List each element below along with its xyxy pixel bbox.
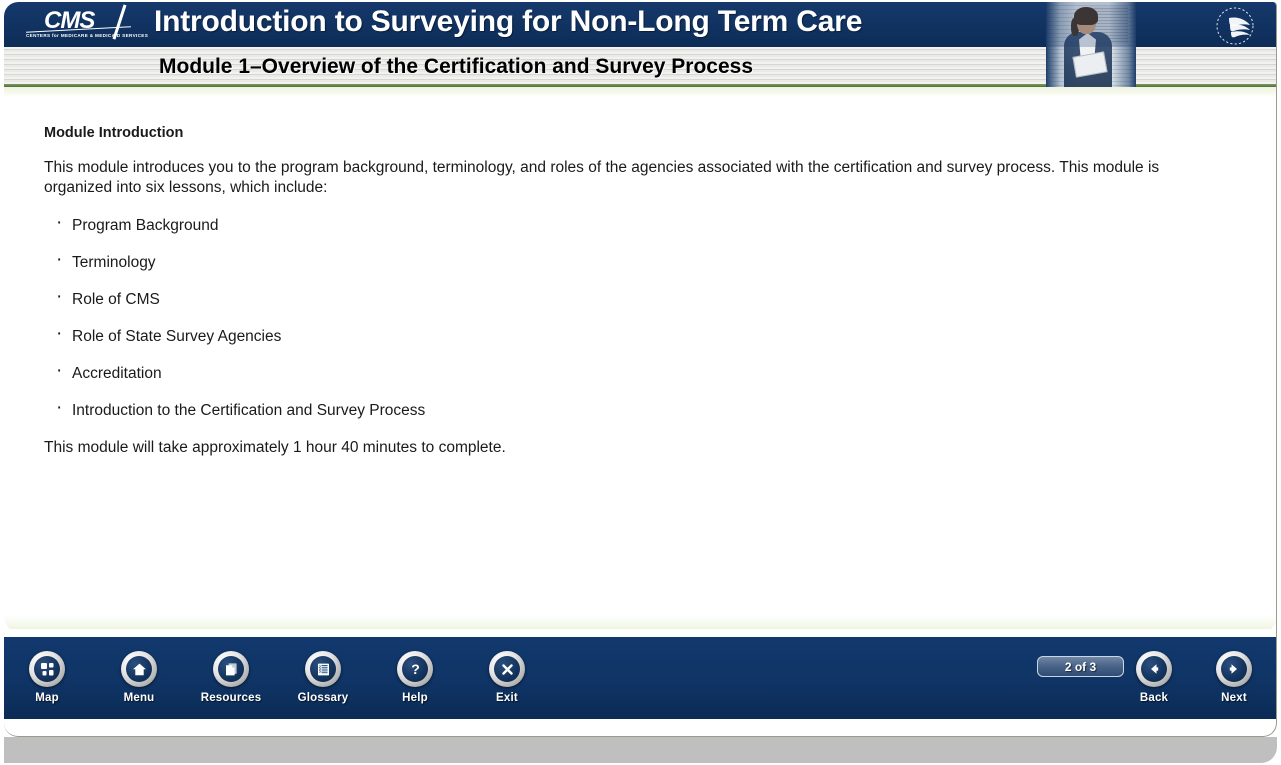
next-button-label: Next xyxy=(1221,692,1247,704)
resources-button[interactable]: Resources xyxy=(200,651,262,704)
menu-button-label: Menu xyxy=(123,692,155,704)
list-item: Introduction to the Certification and Su… xyxy=(44,397,1237,421)
book-list-icon xyxy=(310,656,336,682)
menu-button-ring xyxy=(121,651,157,687)
cms-logo: CMS CENTERS for MEDICARE & MEDICAID SERV… xyxy=(26,4,149,46)
resources-button-label: Resources xyxy=(200,692,262,704)
sitemap-icon xyxy=(34,656,60,682)
list-item: Terminology xyxy=(44,249,1237,273)
back-button-label: Back xyxy=(1139,692,1169,704)
arrow-right-icon xyxy=(1221,656,1247,682)
glossary-button-label: Glossary xyxy=(297,692,349,704)
menu-button[interactable]: Menu xyxy=(110,651,168,704)
glossary-button-ring xyxy=(305,651,341,687)
photo-edge-fade xyxy=(1046,2,1136,87)
arrow-left-icon xyxy=(1141,656,1167,682)
list-item: Role of State Survey Agencies xyxy=(44,323,1237,347)
page-indicator-label: 2 of 3 xyxy=(1064,659,1097,674)
help-button-ring: ? xyxy=(397,651,433,687)
lesson-content: Module Introduction This module introduc… xyxy=(4,97,1276,627)
resources-button-ring xyxy=(213,651,249,687)
exit-button-label: Exit xyxy=(496,692,518,704)
course-title: Introduction to Surveying for Non-Long T… xyxy=(154,5,863,38)
player-shell: CMS CENTERS for MEDICARE & MEDICAID SERV… xyxy=(4,2,1277,737)
back-button-ring xyxy=(1136,651,1172,687)
back-button[interactable]: Back xyxy=(1125,651,1183,704)
next-button[interactable]: Next xyxy=(1205,651,1263,704)
help-button[interactable]: ? Help xyxy=(386,651,444,704)
exit-button-ring xyxy=(489,651,525,687)
next-button-ring xyxy=(1216,651,1252,687)
window-footer-strip xyxy=(4,737,1277,763)
exit-button[interactable]: Exit xyxy=(478,651,536,704)
cms-tagline: CENTERS for MEDICARE & MEDICAID SERVICES xyxy=(26,33,149,38)
svg-text:?: ? xyxy=(411,661,420,677)
list-item: Program Background xyxy=(44,212,1237,236)
help-button-label: Help xyxy=(402,692,428,704)
duration-note: This module will take approximately 1 ho… xyxy=(44,439,506,457)
documents-icon xyxy=(218,656,244,682)
page-indicator: 2 of 3 xyxy=(1037,656,1124,677)
question-mark-icon: ? xyxy=(402,656,428,682)
header-green-divider xyxy=(4,87,1276,97)
course-player: CMS CENTERS for MEDICARE & MEDICAID SERV… xyxy=(0,0,1281,765)
toolbar-pagination-group: Back Next xyxy=(1125,651,1263,704)
module-title: Module 1–Overview of the Certification a… xyxy=(159,55,754,78)
player-toolbar: Map Menu Resources Glossary ? Help Exit … xyxy=(4,629,1276,719)
map-button-label: Map xyxy=(35,692,59,704)
list-item: Role of CMS xyxy=(44,286,1237,310)
intro-paragraph: This module introduces you to the progra… xyxy=(44,159,1160,196)
list-item: Accreditation xyxy=(44,360,1237,384)
lesson-list: Program Background Terminology Role of C… xyxy=(44,212,1237,421)
header-photo xyxy=(1046,2,1136,87)
page-title: Module Introduction xyxy=(44,125,184,141)
map-button-ring xyxy=(29,651,65,687)
hhs-seal-icon xyxy=(1209,6,1261,46)
glossary-button[interactable]: Glossary xyxy=(294,651,352,704)
home-icon xyxy=(126,656,152,682)
toolbar-nav-group: Map Menu Resources Glossary ? Help Exit xyxy=(18,651,536,704)
close-x-icon xyxy=(494,656,520,682)
map-button[interactable]: Map xyxy=(18,651,76,704)
